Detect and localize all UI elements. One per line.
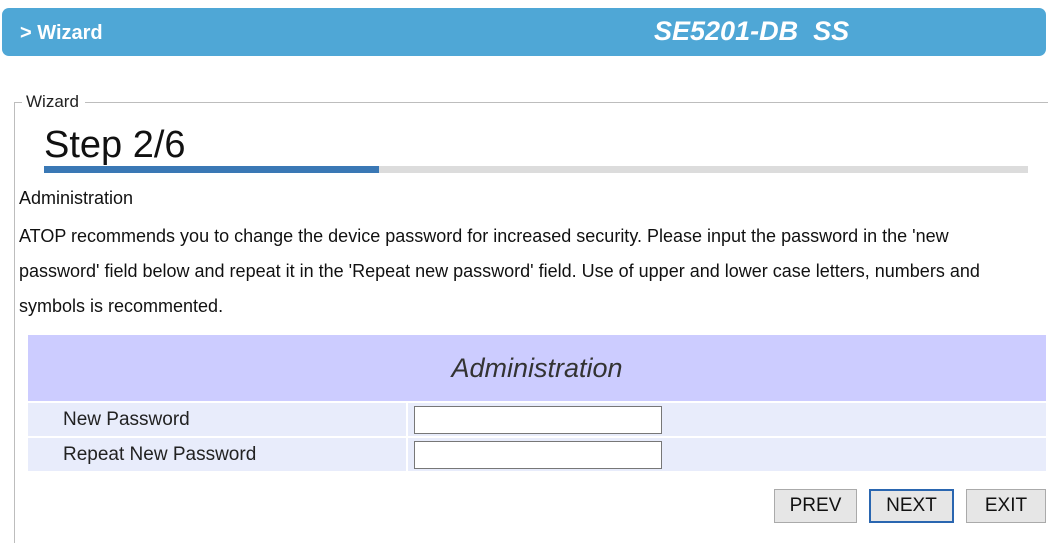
next-button[interactable]: NEXT bbox=[869, 489, 954, 523]
new-password-input[interactable] bbox=[414, 406, 662, 434]
device-model-title: SE5201-DB SS bbox=[654, 16, 850, 46]
password-recommendation-text: ATOP recommends you to change the device… bbox=[19, 226, 980, 316]
breadcrumb[interactable]: > Wizard bbox=[20, 22, 103, 45]
administration-table: Administration New Password Repeat New P… bbox=[28, 335, 1046, 471]
prev-button[interactable]: PREV bbox=[774, 489, 857, 523]
row-divider bbox=[406, 438, 408, 471]
new-password-row: New Password bbox=[28, 403, 1046, 436]
repeat-password-label: Repeat New Password bbox=[63, 444, 257, 465]
step-progress-bar bbox=[44, 166, 1028, 173]
wizard-legend: Wizard bbox=[22, 92, 85, 112]
step-title: Step 2/6 bbox=[44, 124, 186, 166]
header-bar: > Wizard SE5201-DB SS bbox=[2, 8, 1046, 56]
repeat-password-input[interactable] bbox=[414, 441, 662, 469]
row-divider bbox=[406, 403, 408, 436]
administration-table-title: Administration bbox=[28, 335, 1046, 401]
new-password-label: New Password bbox=[63, 409, 190, 430]
section-label: Administration bbox=[19, 188, 134, 208]
repeat-password-row: Repeat New Password bbox=[28, 438, 1046, 471]
step-progress-fill bbox=[44, 166, 379, 173]
exit-button[interactable]: EXIT bbox=[966, 489, 1046, 523]
